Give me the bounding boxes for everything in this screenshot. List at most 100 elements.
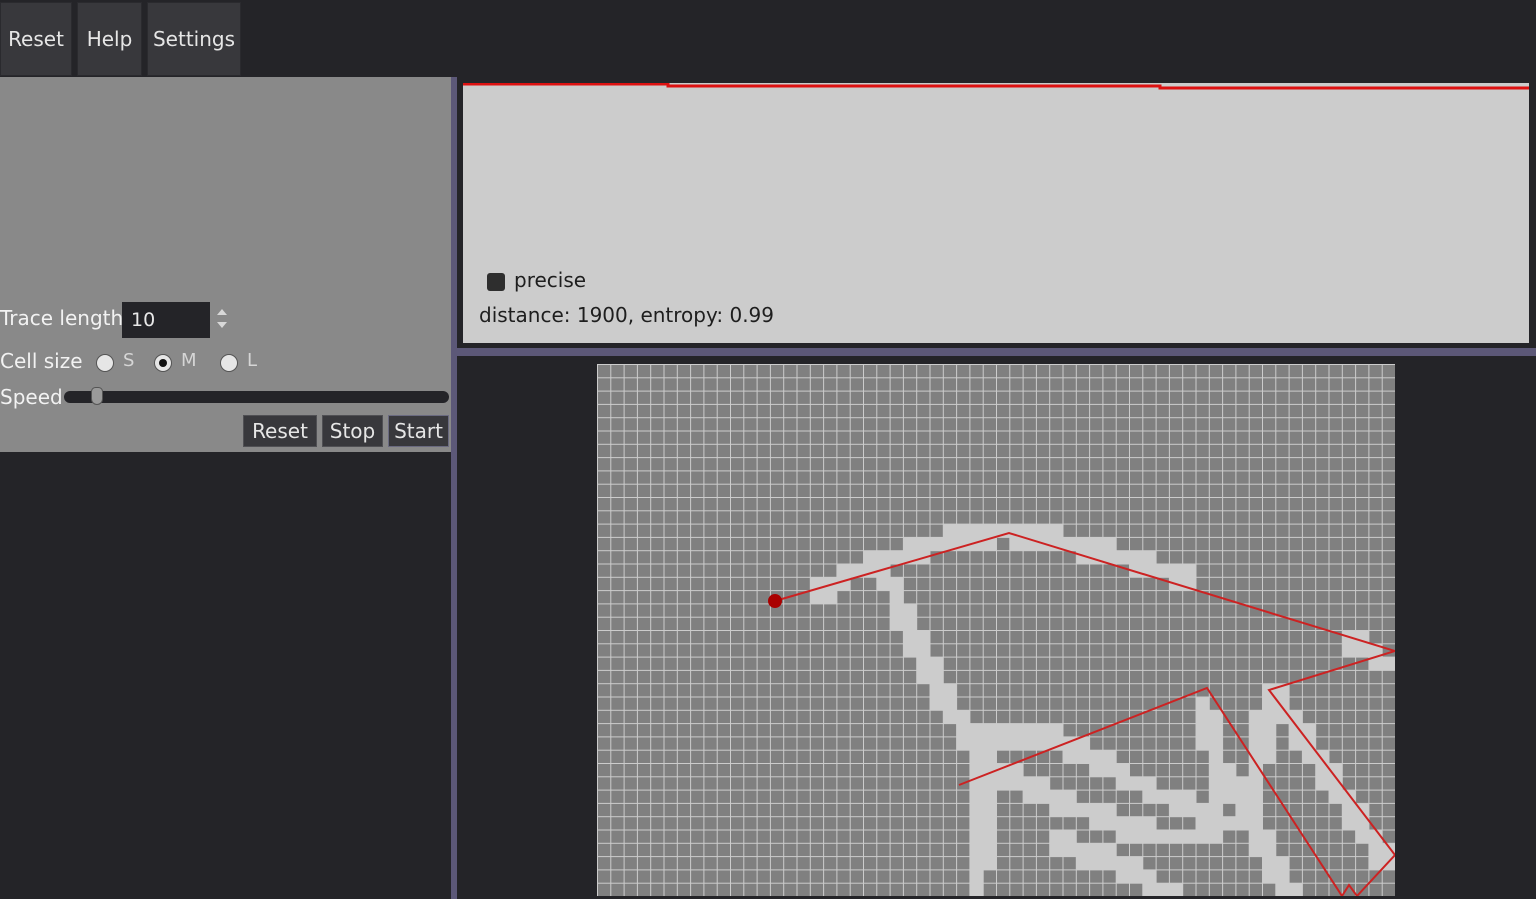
start-button[interactable]: Start: [388, 415, 449, 447]
grid-canvas[interactable]: [597, 364, 1395, 896]
speed-slider-handle[interactable]: [90, 387, 103, 405]
grid-cell: [1130, 870, 1143, 883]
grid-cell: [731, 378, 744, 391]
grid-cell: [664, 870, 677, 883]
grid-cell: [877, 857, 890, 870]
grid-cell: [1302, 883, 1316, 896]
grid-cell: [1276, 404, 1289, 418]
speed-slider[interactable]: [64, 391, 449, 403]
grid-cell: [691, 564, 704, 577]
grid-cell: [903, 764, 917, 777]
grid-cell: [677, 790, 691, 803]
grid-cell: [1156, 857, 1169, 870]
grid-cell: [784, 857, 797, 870]
grid-cell: [1183, 777, 1196, 790]
grid-cell: [1209, 444, 1223, 458]
grid-cell: [837, 471, 850, 484]
spin-down-icon[interactable]: [215, 320, 229, 330]
grid-cell: [1156, 777, 1169, 790]
grid-cell: [917, 803, 930, 817]
reset-button[interactable]: Reset: [243, 415, 317, 447]
grid-cell: [677, 391, 691, 404]
stop-button[interactable]: Stop: [322, 415, 383, 447]
grid-cell: [757, 737, 770, 750]
grid-cell: [717, 378, 730, 391]
precise-checkbox[interactable]: [487, 273, 505, 291]
grid-cell: [997, 710, 1010, 724]
cell-size-l-radio[interactable]: [220, 354, 238, 372]
grid-cell: [1183, 471, 1196, 484]
spin-up-icon[interactable]: [215, 307, 229, 317]
grid-cell: [1223, 790, 1236, 803]
grid-cell: [1209, 404, 1223, 418]
grid-cell: [890, 644, 903, 657]
grid-cell: [1156, 564, 1169, 577]
grid-cell: [1010, 418, 1023, 431]
grid-cell: [704, 444, 717, 458]
menu-help-button[interactable]: Help: [77, 2, 142, 76]
grid-cell: [797, 391, 810, 404]
grid-cell: [957, 737, 970, 750]
grid-cell: [1103, 498, 1116, 511]
vertical-splitter[interactable]: [451, 77, 457, 899]
horizontal-splitter[interactable]: [457, 348, 1536, 356]
grid-cell: [877, 577, 890, 591]
grid-cell: [744, 484, 757, 497]
grid-cell: [1342, 670, 1356, 684]
grid-cell: [1236, 617, 1249, 630]
grid-cell: [1183, 378, 1196, 391]
grid-cell: [957, 458, 970, 471]
grid-cell: [1369, 790, 1382, 803]
grid-cell: [850, 577, 863, 591]
grid-cell: [877, 617, 890, 630]
menu-settings-button[interactable]: Settings: [147, 2, 241, 76]
grid-cell: [1063, 684, 1076, 697]
grid-cell: [864, 724, 877, 737]
grid-cell: [611, 484, 624, 497]
menu-reset-button[interactable]: Reset: [0, 2, 72, 76]
grid-cell: [1236, 577, 1249, 591]
grid-cell: [943, 378, 957, 391]
grid-cell: [850, 790, 863, 803]
grid-cell: [1329, 604, 1342, 617]
grid-cell: [691, 644, 704, 657]
grid-cell: [1130, 750, 1143, 763]
grid-cell: [744, 551, 757, 564]
grid-cell: [784, 511, 797, 524]
grid-cell: [837, 365, 850, 378]
grid-cell: [784, 404, 797, 418]
grid-cell: [943, 391, 957, 404]
grid-cell: [1023, 724, 1036, 737]
grid-cell: [1356, 644, 1369, 657]
grid-cell: [1356, 511, 1369, 524]
grid-cell: [810, 484, 824, 497]
grid-cell: [1143, 391, 1156, 404]
grid-cell: [704, 777, 717, 790]
grid-cell: [1263, 564, 1276, 577]
grid-cell: [611, 657, 624, 670]
grid-cell: [770, 830, 784, 843]
grid-cell: [837, 431, 850, 444]
grid-cell: [970, 391, 983, 404]
grid-cell: [864, 830, 877, 843]
grid-cell: [1236, 857, 1249, 870]
grid-cell: [1289, 498, 1302, 511]
grid-cell: [1329, 577, 1342, 591]
trace-length-input[interactable]: 10: [122, 302, 210, 338]
cell-size-s-radio[interactable]: [96, 354, 114, 372]
grid-cell: [1209, 551, 1223, 564]
grid-cell: [1023, 524, 1036, 537]
grid-cell: [797, 604, 810, 617]
grid-cell: [1209, 431, 1223, 444]
automaton-grid[interactable]: [597, 364, 1395, 896]
grid-cell: [1289, 764, 1302, 777]
grid-cell: [824, 617, 837, 630]
grid-cell: [1209, 737, 1223, 750]
grid-cell: [1289, 604, 1302, 617]
grid-cell: [704, 591, 717, 604]
grid-cell: [1169, 657, 1183, 670]
grid-cell: [1143, 724, 1156, 737]
grid-cell: [877, 404, 890, 418]
grid-cell: [1010, 604, 1023, 617]
cell-size-m-radio[interactable]: [154, 354, 172, 372]
